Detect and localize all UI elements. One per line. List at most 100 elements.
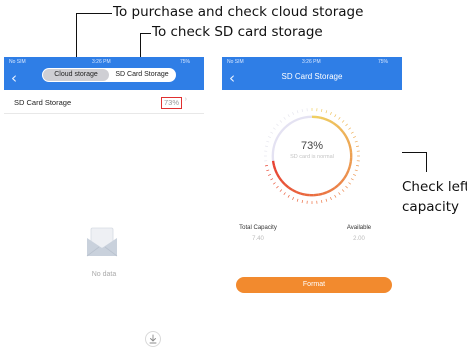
- gauge-tick: [321, 108, 323, 112]
- gauge-tick: [325, 198, 328, 202]
- gauge-used-arc: [348, 161, 352, 167]
- format-button[interactable]: Format: [236, 277, 392, 293]
- gauge-used-arc: [336, 124, 342, 130]
- gauge-used-arc: [300, 192, 306, 196]
- storage-segmented-control: Cloud storage SD Card Storage: [42, 68, 176, 82]
- gauge-used-arc: [332, 122, 338, 127]
- gauge-percentage: 73%: [300, 140, 324, 152]
- available-capacity-block: Available 2.00: [329, 225, 389, 242]
- gauge-used-arc: [278, 176, 283, 182]
- gauge-tick: [350, 131, 354, 134]
- sd-leader-horizontal: [140, 33, 151, 34]
- gauge-status-text: SD card is normal: [290, 154, 334, 160]
- gauge-tick: [296, 198, 299, 202]
- page-title: SD Card Storage: [281, 72, 343, 81]
- total-capacity-block: Total Capacity 7.40: [228, 225, 288, 242]
- gauge-used-arc: [340, 177, 346, 183]
- available-value: 2.00: [353, 236, 365, 242]
- gauge-tick: [330, 111, 332, 115]
- gauge-tick: [279, 120, 283, 123]
- gauge-used-arc: [304, 193, 310, 197]
- right-phone-screen: No SIM 3:26 PM 75% ‹ SD Card Storage 73%…: [222, 57, 402, 355]
- gauge-used-arc: [322, 191, 328, 195]
- total-capacity-value: 7.40: [252, 236, 264, 242]
- gauge-used-arc: [291, 188, 297, 193]
- capacity-leader-vertical: [426, 152, 427, 172]
- sd-card-annotation: To check SD card storage: [152, 24, 323, 40]
- gauge-used-arc: [328, 119, 334, 125]
- gauge-used-arc: [316, 115, 322, 119]
- gauge-used-arc: [347, 165, 351, 171]
- gauge-tick: [334, 114, 337, 118]
- gauge-used-arc: [275, 173, 281, 179]
- gauge-tick: [272, 182, 276, 185]
- gauge-used-arc: [345, 170, 350, 176]
- status-time: 3:26 PM: [92, 59, 111, 65]
- capacity-annotation-line1: Check left: [402, 179, 467, 195]
- gauge-tick: [272, 127, 276, 130]
- gauge-used-arc: [274, 169, 279, 175]
- gauge-tick: [276, 185, 279, 189]
- gauge-used-arc: [334, 184, 340, 189]
- gauge-used-arc: [281, 180, 286, 186]
- gauge-tick: [287, 114, 290, 118]
- gauge-tick: [292, 197, 294, 201]
- status-bar: No SIM 3:26 PM 75%: [4, 57, 204, 66]
- download-icon: [149, 334, 157, 344]
- battery-text: 75%: [377, 59, 388, 65]
- gauge-tick: [345, 123, 348, 127]
- gauge-tick: [334, 194, 337, 198]
- gauge-tick: [301, 200, 303, 204]
- gauge-tick: [353, 136, 357, 138]
- gauge-tick: [283, 192, 286, 196]
- sd-card-storage-row[interactable]: SD Card Storage 73% ›: [4, 90, 204, 114]
- gauge-tick: [270, 131, 274, 134]
- status-bar: No SIM 3:26 PM 75%: [222, 57, 402, 66]
- gauge-tick: [353, 174, 357, 176]
- gauge-tick: [301, 108, 303, 112]
- gauge-tick: [348, 182, 352, 185]
- download-button[interactable]: [145, 331, 161, 347]
- carrier-text: No SIM: [9, 59, 26, 65]
- gauge-tick: [267, 174, 271, 176]
- chevron-left-icon[interactable]: ‹: [11, 69, 17, 87]
- gauge-used-arc: [330, 186, 336, 192]
- gauge-tick: [350, 178, 354, 181]
- gauge-tick: [292, 111, 294, 115]
- left-phone-screen: No SIM 3:26 PM 75% ‹ Cloud storage SD Ca…: [4, 57, 204, 355]
- total-capacity-label: Total Capacity: [239, 225, 277, 231]
- gauge-tick: [283, 116, 286, 120]
- gauge-tick: [287, 194, 290, 198]
- battery-text: 75%: [179, 59, 190, 65]
- segment-cloud-storage[interactable]: Cloud storage: [43, 69, 109, 81]
- segment-sd-card-storage[interactable]: SD Card Storage: [109, 69, 175, 81]
- carrier-text: No SIM: [227, 59, 244, 65]
- gauge-tick: [264, 165, 268, 167]
- gauge-tick: [267, 136, 271, 138]
- gauge-tick: [341, 120, 345, 123]
- gauge-tick: [356, 165, 360, 167]
- gauge-tick: [345, 185, 348, 189]
- gauge-used-arc: [284, 183, 290, 189]
- gauge-used-arc: [339, 127, 345, 133]
- gauge-tick: [330, 197, 332, 201]
- gauge-used-arc: [295, 190, 301, 195]
- nav-bar: ‹ SD Card Storage: [222, 66, 402, 90]
- gauge-used-arc: [342, 131, 347, 137]
- gauge-tick: [338, 192, 341, 196]
- gauge-used-arc: [318, 192, 323, 196]
- gauge-tick: [354, 169, 358, 172]
- gauge-tick: [321, 200, 323, 204]
- envelope-icon: [86, 227, 118, 257]
- gauge-tick: [341, 189, 345, 192]
- status-time: 3:26 PM: [302, 59, 321, 65]
- gauge-tick: [296, 110, 299, 114]
- nav-bar: ‹ Cloud storage SD Card Storage: [4, 66, 204, 90]
- gauge-tick: [270, 178, 274, 181]
- chevron-right-icon: ›: [184, 96, 187, 103]
- gauge-tick: [276, 123, 279, 127]
- cloud-leader-horizontal: [76, 13, 112, 14]
- gauge-used-arc: [320, 116, 326, 121]
- gauge-used-arc: [271, 160, 276, 166]
- capacity-annotation-line2: capacity: [402, 199, 459, 215]
